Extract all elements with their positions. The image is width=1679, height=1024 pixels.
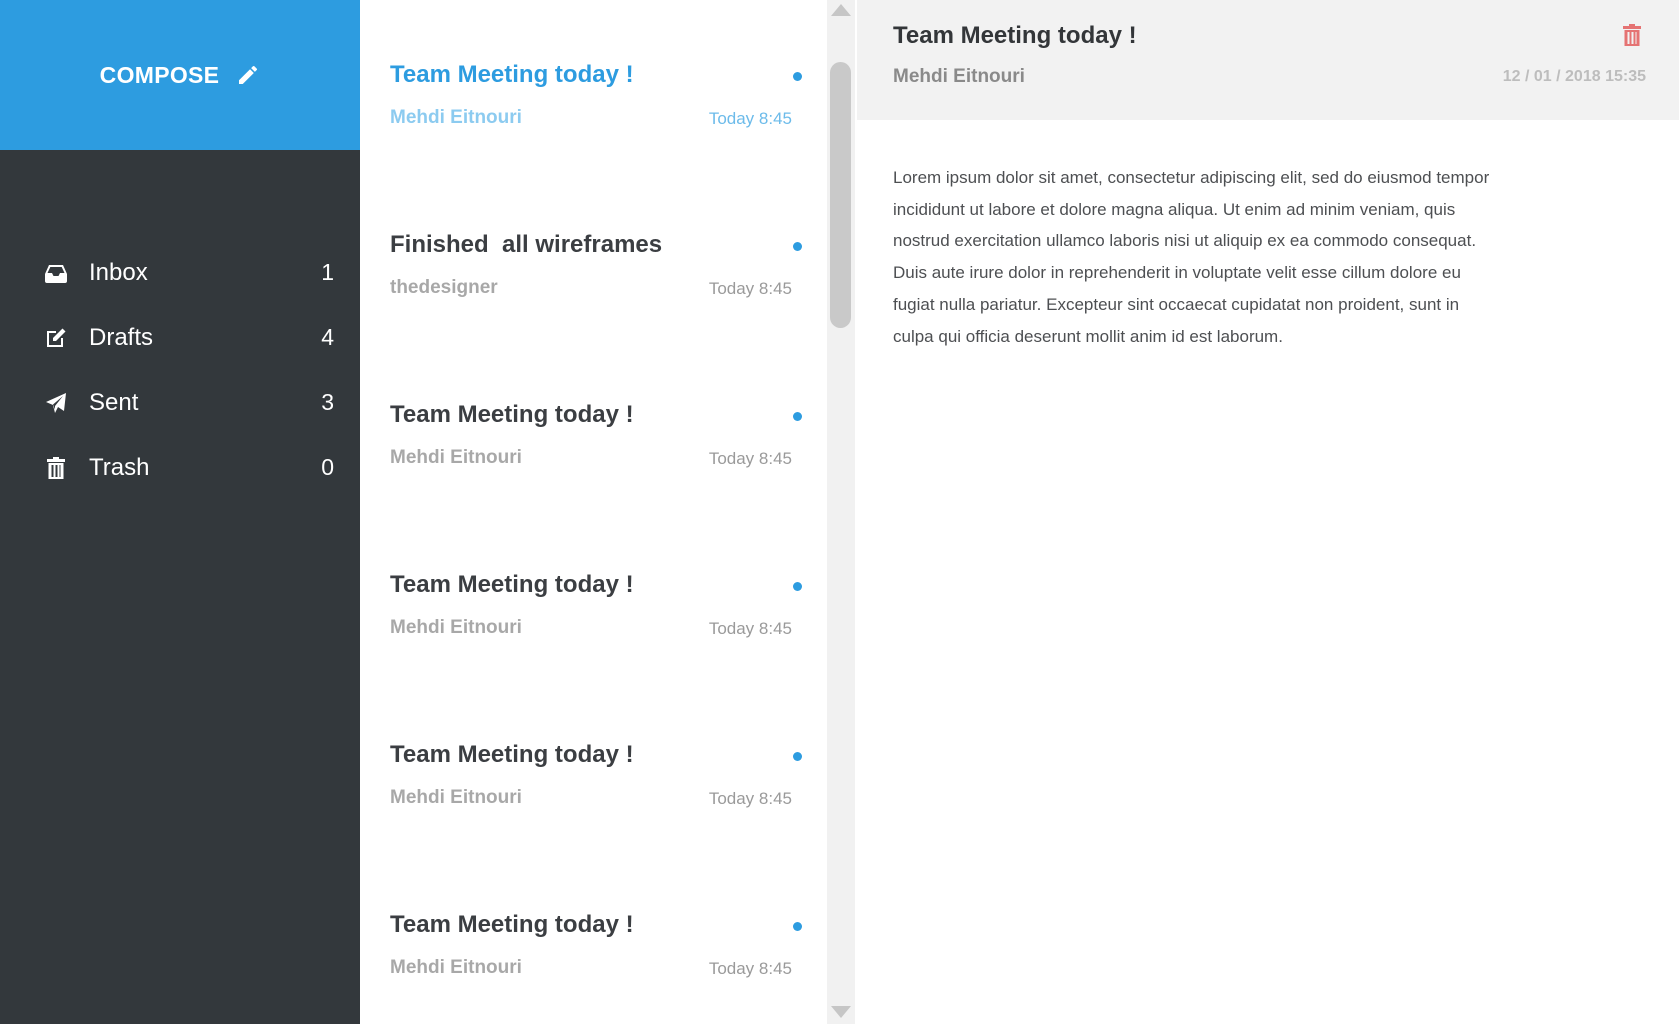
unread-dot (793, 242, 802, 251)
email-sender: Mehdi Eitnouri (390, 957, 522, 978)
compose-button[interactable]: COMPOSE (0, 0, 360, 150)
email-time: Today 8:45 (708, 449, 792, 468)
email-subject: Team Meeting today ! (390, 911, 634, 938)
delete-trash-icon[interactable] (1622, 24, 1644, 48)
email-time: Today 8:45 (708, 789, 792, 808)
email-sender: Mehdi Eitnouri (390, 107, 522, 128)
email-time: Today 8:45 (708, 279, 792, 298)
nav-count-sent: 3 (321, 389, 334, 415)
pencil-icon (236, 63, 260, 87)
unread-dot (793, 72, 802, 81)
email-subject: Team Meeting today ! (390, 571, 634, 598)
email-subject: Team Meeting today ! (390, 401, 634, 428)
email-subject: Team Meeting today ! (390, 741, 634, 768)
nav-count-drafts: 4 (321, 324, 334, 350)
unread-dot (793, 582, 802, 591)
compose-label: COMPOSE (99, 61, 220, 88)
email-sender: Mehdi Eitnouri (390, 617, 522, 638)
email-time: Today 8:45 (708, 619, 792, 638)
nav-count-inbox: 1 (321, 259, 334, 285)
nav-label-inbox: Inbox (89, 258, 148, 286)
sidebar: COMPOSE Inbox 1 Drafts 4 Sent 3 Trash 0 (0, 0, 360, 1024)
message-body: Lorem ipsum dolor sit amet, consectetur … (893, 168, 1490, 346)
trash-icon (44, 456, 68, 480)
nav-item-drafts[interactable]: Drafts 4 (0, 305, 360, 370)
nav-item-trash[interactable]: Trash 0 (0, 435, 360, 500)
send-icon (44, 391, 68, 415)
email-item[interactable]: Team Meeting today ! Mehdi Eitnouri Toda… (360, 357, 827, 527)
unread-dot (793, 922, 802, 931)
reading-pane-header: Team Meeting today ! Mehdi Eitnouri 12 /… (857, 0, 1679, 120)
email-item[interactable]: Team Meeting today ! Mehdi Eitnouri Toda… (360, 867, 827, 1024)
email-time: Today 8:45 (708, 959, 792, 978)
message-date: 12 / 01 / 2018 15:35 (1502, 68, 1646, 85)
message-sender: Mehdi Eitnouri (893, 66, 1025, 87)
message-title: Team Meeting today ! (893, 22, 1137, 49)
email-list-scrollbar[interactable] (827, 0, 855, 1024)
nav-label-sent: Sent (89, 388, 139, 416)
email-subject: Team Meeting today ! (390, 61, 634, 88)
email-sender: Mehdi Eitnouri (390, 447, 522, 468)
unread-dot (793, 752, 802, 761)
inbox-icon (44, 261, 68, 285)
email-item[interactable]: Finished all wireframes thedesigner Toda… (360, 187, 827, 357)
edit-icon (44, 326, 68, 350)
email-sender: thedesigner (390, 277, 498, 298)
scroll-thumb[interactable] (830, 62, 851, 328)
email-item[interactable]: Team Meeting today ! Mehdi Eitnouri Toda… (360, 697, 827, 867)
reading-pane: Team Meeting today ! Mehdi Eitnouri 12 /… (857, 0, 1679, 1024)
nav-count-trash: 0 (321, 454, 334, 480)
email-list: Team Meeting today ! Mehdi Eitnouri Toda… (360, 0, 827, 1024)
nav-item-inbox[interactable]: Inbox 1 (0, 240, 360, 305)
scroll-up-arrow-icon[interactable] (831, 4, 851, 16)
nav-item-sent[interactable]: Sent 3 (0, 370, 360, 435)
unread-dot (793, 412, 802, 421)
email-item[interactable]: Team Meeting today ! Mehdi Eitnouri Toda… (360, 17, 827, 187)
scroll-down-arrow-icon[interactable] (831, 1006, 851, 1018)
nav-label-drafts: Drafts (89, 323, 154, 351)
email-subject: Finished all wireframes (390, 231, 663, 258)
folder-nav: Inbox 1 Drafts 4 Sent 3 Trash 0 (0, 240, 360, 500)
email-sender: Mehdi Eitnouri (390, 787, 522, 808)
email-item[interactable]: Team Meeting today ! Mehdi Eitnouri Toda… (360, 527, 827, 697)
nav-label-trash: Trash (89, 453, 150, 481)
email-time: Today 8:45 (708, 109, 792, 128)
